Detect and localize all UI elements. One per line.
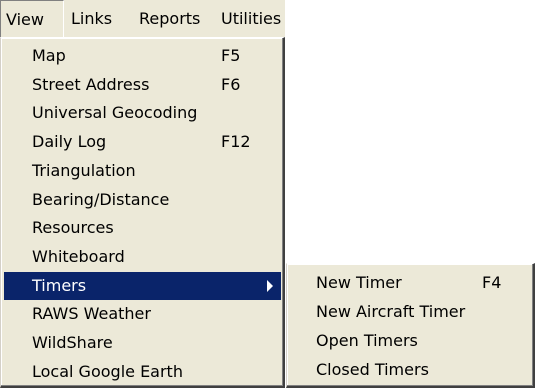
menu-view[interactable]: View <box>0 0 64 37</box>
menu-item-raws-weather[interactable]: RAWS Weather <box>4 300 281 328</box>
menu-item-whiteboard[interactable]: Whiteboard <box>4 243 281 271</box>
submenu-item-open-timers[interactable]: Open Timers <box>290 326 530 355</box>
timers-submenu: New Timer F4 New Aircraft Timer Open Tim… <box>286 263 535 388</box>
submenu-item-shortcut: F4 <box>482 273 502 292</box>
menu-item-label: Daily Log <box>32 132 107 152</box>
menu-item-shortcut: F12 <box>221 132 251 152</box>
submenu-item-new-aircraft-timer[interactable]: New Aircraft Timer <box>290 297 530 326</box>
menu-item-label: Bearing/Distance <box>32 189 170 209</box>
menu-item-label: Local Google Earth <box>32 361 183 381</box>
menu-item-bearing-distance[interactable]: Bearing/Distance <box>4 186 281 214</box>
menu-item-wildshare[interactable]: WildShare <box>4 329 281 357</box>
menu-utilities[interactable]: Utilities <box>221 0 281 37</box>
menu-item-label: Timers <box>32 275 87 295</box>
menu-item-label: RAWS Weather <box>32 304 151 324</box>
menu-item-label: Resources <box>32 218 114 238</box>
menu-item-label: Whiteboard <box>32 246 125 266</box>
menu-item-label: Universal Geocoding <box>32 103 198 123</box>
submenu-item-new-timer[interactable]: New Timer F4 <box>290 268 530 297</box>
menu-item-label: Street Address <box>32 74 150 94</box>
menu-links[interactable]: Links <box>71 0 112 37</box>
menu-item-resources[interactable]: Resources <box>4 214 281 242</box>
menu-reports[interactable]: Reports <box>139 0 200 37</box>
menu-item-universal-geocoding[interactable]: Universal Geocoding <box>4 99 281 127</box>
menu-item-daily-log[interactable]: Daily Log F12 <box>4 128 281 156</box>
submenu-item-label: New Timer <box>316 273 402 292</box>
menu-item-map[interactable]: Map F5 <box>4 42 281 70</box>
submenu-item-closed-timers[interactable]: Closed Timers <box>290 355 530 384</box>
application-window: View Links Reports Utilities Map F5 Stre… <box>0 0 535 391</box>
submenu-item-label: New Aircraft Timer <box>316 302 466 321</box>
menu-item-street-address[interactable]: Street Address F6 <box>4 71 281 99</box>
menu-item-label: Triangulation <box>32 160 136 180</box>
view-menu-dropdown: Map F5 Street Address F6 Universal Geoco… <box>0 37 285 388</box>
menu-item-shortcut: F5 <box>221 46 241 65</box>
submenu-item-label: Closed Timers <box>316 360 429 379</box>
menu-item-triangulation[interactable]: Triangulation <box>4 157 281 185</box>
chevron-right-icon <box>267 279 273 292</box>
menu-item-label: WildShare <box>32 333 113 352</box>
menu-item-label: Map <box>32 46 66 65</box>
menu-item-local-google-earth[interactable]: Local Google Earth <box>4 358 281 386</box>
menu-item-timers[interactable]: Timers <box>4 271 281 300</box>
menu-item-shortcut: F6 <box>221 74 241 94</box>
menu-bar: View Links Reports Utilities <box>0 0 285 38</box>
submenu-item-label: Open Timers <box>316 331 418 350</box>
